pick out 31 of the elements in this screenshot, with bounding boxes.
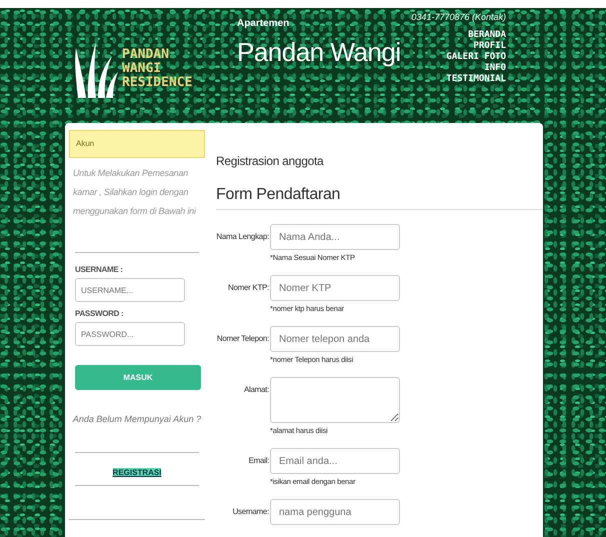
login-instructions: Untuk Melakukan Pemesanan kamar , Silahkan login dengan menggunakan form di Bawah ini — [72, 167, 198, 218]
text-input[interactable]: Email anda... — [270, 448, 400, 474]
text-input[interactable]: Nomer telepon anda — [270, 326, 400, 352]
text-input[interactable]: nama pengguna — [270, 499, 400, 525]
form-title: Form Pendaftaran — [216, 186, 342, 204]
account-header: Akun — [69, 130, 205, 158]
field-label: Nomer Telepon: — [216, 334, 269, 343]
login-input[interactable]: PASSWORD... — [75, 322, 185, 346]
register-link[interactable]: REGISTRASI — [112, 468, 162, 477]
nav-link[interactable]: GALERI FOTO — [446, 52, 506, 63]
subtitle: Apartemen — [237, 18, 290, 29]
logo-text: PANDAN WANGI RESIDENCE — [122, 48, 192, 90]
login-input[interactable]: USERNAME... — [75, 278, 185, 302]
field-label: PASSWORD : — [75, 309, 124, 318]
register-prompt: Anda Belum Mempunyai Akun ? — [72, 414, 202, 424]
field-label: Nama Lengkap: — [215, 232, 269, 241]
address-textarea[interactable] — [270, 377, 400, 423]
contact-phone: 0341-7770876 (Kontak) — [411, 12, 506, 22]
nav-link[interactable]: PROFIL — [446, 41, 506, 52]
field-label: USERNAME : — [75, 265, 124, 274]
nav-link[interactable]: TESTIMONIAL — [446, 74, 506, 85]
nav-link[interactable]: BERANDA — [446, 30, 506, 41]
field-label: Username: — [232, 507, 269, 516]
site-title: Pandan Wangi — [237, 37, 401, 68]
nav-link[interactable]: INFO — [446, 63, 506, 74]
field-label: Nomer KTP: — [226, 283, 269, 292]
field-label: Alamat: — [242, 385, 269, 394]
text-input[interactable]: Nomer KTP — [270, 275, 400, 301]
page-caption: Registrasion anggota — [216, 154, 325, 168]
field-label: Email: — [248, 456, 269, 465]
text-input[interactable]: Nama Anda... — [270, 224, 400, 250]
